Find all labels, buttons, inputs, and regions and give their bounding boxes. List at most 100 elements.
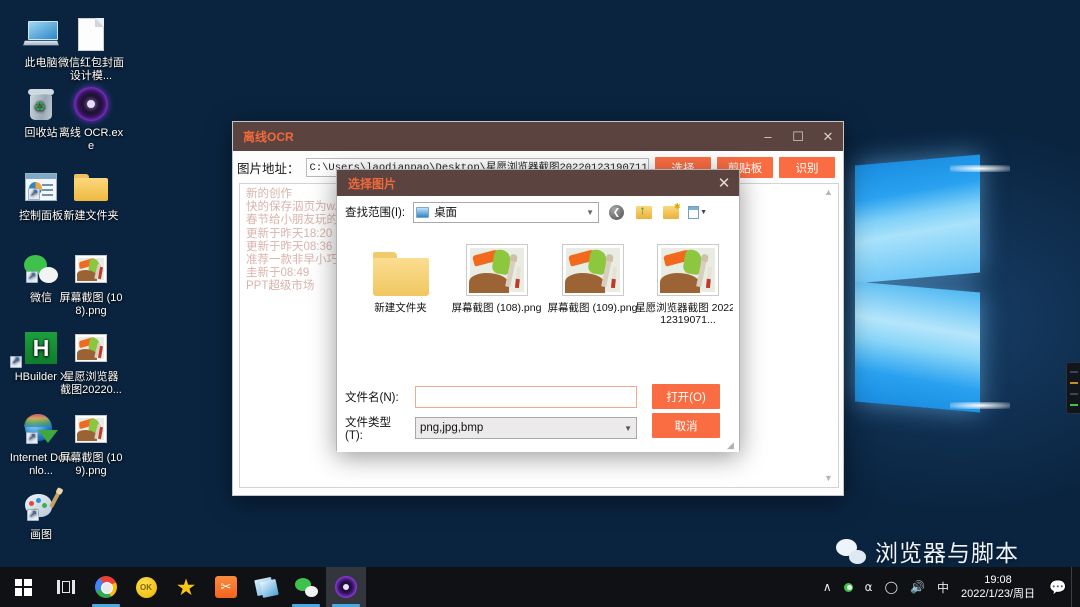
blue-sheets-icon <box>253 576 279 599</box>
file-name: 屏幕截图 (109).png <box>547 302 638 314</box>
tray-chevron-icon[interactable]: ∧ <box>817 567 838 607</box>
shortcut-badge <box>28 188 40 200</box>
recognize-button[interactable]: 识别 <box>779 157 835 178</box>
wifi-icon[interactable]: ◯ <box>879 567 904 607</box>
scroll-down-icon[interactable]: ▼ <box>823 474 834 483</box>
file-name-row: 文件名(N): <box>345 386 637 408</box>
taskbar: OK ★ ✂ ∧ ⍺ ◯ 🔊 中 19:08 2022/1/23/周日 💬 <box>0 567 1080 607</box>
chevron-down-icon: ▼ <box>586 207 595 217</box>
new-folder-icon[interactable] <box>661 202 681 222</box>
look-in-value: 桌面 <box>434 207 458 219</box>
desktop-icon-screenshot-108[interactable]: 屏幕截图 (108).png <box>58 249 124 318</box>
chrome-taskbar-button[interactable] <box>86 567 126 607</box>
look-in-label: 查找范围(I): <box>345 207 406 219</box>
windows-logo-icon <box>14 578 32 596</box>
wallpaper-pane-bottom <box>855 281 980 413</box>
list-item[interactable]: 星愿浏览器截图 2022012319071... <box>635 236 733 326</box>
chrome-icon <box>95 576 117 598</box>
dialog-body: 查找范围(I): 桌面 ▼ ❮ ▼ 新建文件夹 屏幕截 <box>337 196 739 452</box>
offline-ocr-app-icon <box>58 84 124 124</box>
speaker-icon[interactable]: 🔊 <box>904 567 931 607</box>
minimize-button[interactable]: – <box>753 122 783 151</box>
desktop-icon-xingyuan-screenshot[interactable]: 星愿浏览器 截图20220... <box>58 328 124 397</box>
shortcut-badge <box>26 271 38 283</box>
start-button[interactable] <box>0 567 46 607</box>
task-view-button[interactable] <box>46 567 86 607</box>
file-list[interactable]: 新建文件夹 屏幕截图 (108).png 屏幕截图 (109).png 星愿浏览… <box>345 232 733 378</box>
system-tray: ∧ ⍺ ◯ 🔊 中 19:08 2022/1/23/周日 💬 <box>817 567 1080 607</box>
close-button[interactable]: ✕ <box>813 122 843 151</box>
show-desktop-button[interactable] <box>1071 567 1078 607</box>
scroll-up-icon[interactable]: ▲ <box>823 188 834 197</box>
desktop-icon-label: 新建文件夹 <box>63 210 119 222</box>
shortcut-badge <box>26 432 38 444</box>
png-image-icon <box>58 409 124 449</box>
yellow-circle-icon: OK <box>135 576 157 598</box>
widget-line-4 <box>1069 403 1078 406</box>
clock-date: 2022/1/23/周日 <box>961 588 1035 600</box>
png-image-icon <box>635 236 733 296</box>
list-item[interactable]: 屏幕截图 (108).png <box>449 236 544 314</box>
desktop-icon-paint[interactable]: 画图 <box>8 486 74 542</box>
file-type-row: 文件类型(T): png,jpg,bmp ▼ <box>345 414 637 442</box>
star-app-taskbar-button[interactable]: ★ <box>166 567 206 607</box>
maximize-button[interactable]: ☐ <box>783 122 813 151</box>
yellow-app-taskbar-button[interactable]: OK <box>126 567 166 607</box>
open-button[interactable]: 打开(O) <box>652 384 720 409</box>
wechat-icon <box>294 577 318 597</box>
scissors-icon: ✂ <box>215 576 237 598</box>
clock[interactable]: 19:08 2022/1/23/周日 <box>955 567 1045 607</box>
offline-ocr-app-icon <box>335 576 357 598</box>
wechat-taskbar-button[interactable] <box>286 567 326 607</box>
png-image-icon <box>58 328 124 368</box>
cancel-button[interactable]: 取消 <box>652 413 720 438</box>
wechat-icon <box>836 538 866 564</box>
watermark-text: 浏览器与脚本 <box>875 540 1019 566</box>
wallpaper-spark-top <box>950 165 1010 172</box>
file-name: 屏幕截图 (108).png <box>451 302 542 314</box>
star-icon: ★ <box>175 573 197 600</box>
list-item[interactable]: 新建文件夹 <box>353 236 448 314</box>
widget-line-3 <box>1069 392 1078 395</box>
dialog-title: 选择图片 <box>348 176 397 191</box>
png-image-icon <box>58 249 124 289</box>
look-in-row: 查找范围(I): 桌面 ▼ ❮ ▼ <box>337 196 739 228</box>
desktop-icon-screenshot-109[interactable]: 屏幕截图 (109).png <box>58 409 124 478</box>
folder-icon <box>58 167 124 207</box>
chevron-down-icon: ▼ <box>624 423 632 433</box>
desktop-icon-wechat-redpacket-template[interactable]: 微信红包封面设计模... <box>58 14 124 83</box>
ime-indicator[interactable]: 中 <box>931 567 955 607</box>
select-image-dialog[interactable]: 选择图片 ✕ 查找范围(I): 桌面 ▼ ❮ ▼ 新建文件夹 <box>336 169 740 452</box>
ocr-taskbar-button[interactable] <box>326 567 366 607</box>
wallpaper-pane-top <box>855 154 980 284</box>
desktop-icon-label: 离线 OCR.exe <box>58 127 124 152</box>
views-icon[interactable]: ▼ <box>688 203 707 222</box>
folder-icon <box>353 236 448 296</box>
resize-grip-icon[interactable]: ◢ <box>727 440 737 450</box>
desktop-icon-new-folder[interactable]: 新建文件夹 <box>58 167 124 223</box>
desktop-icon-label: 微信红包封面设计模... <box>58 57 124 82</box>
edge-sidebar-widget[interactable] <box>1066 362 1080 414</box>
wallpaper-spark-bottom <box>950 402 1010 409</box>
snip-tool-taskbar-button[interactable]: ✂ <box>206 567 246 607</box>
paint-icon <box>8 486 74 526</box>
png-image-icon <box>449 236 544 296</box>
action-center-button[interactable]: 💬 <box>1045 567 1071 607</box>
list-item[interactable]: 屏幕截图 (109).png <box>545 236 640 314</box>
dialog-title-bar[interactable]: 选择图片 ✕ <box>337 170 739 196</box>
shortcut-badge <box>27 509 39 521</box>
file-name-input[interactable] <box>415 386 637 408</box>
back-icon[interactable]: ❮ <box>607 203 626 222</box>
close-icon[interactable]: ✕ <box>709 170 739 196</box>
tray-status-icon[interactable] <box>838 567 859 607</box>
up-folder-icon[interactable] <box>634 203 653 222</box>
wechat-watermark: 浏览器与脚本 <box>836 534 1019 567</box>
desktop-icon-label: 星愿浏览器 截图20220... <box>60 371 122 396</box>
ocr-title-bar[interactable]: 离线OCR – ☐ ✕ <box>233 122 843 151</box>
battery-icon[interactable]: ⍺ <box>859 567 879 607</box>
desktop-icon-offline-ocr[interactable]: 离线 OCR.exe <box>58 84 124 153</box>
file-type-select[interactable]: png,jpg,bmp ▼ <box>415 417 637 439</box>
blue-app-taskbar-button[interactable] <box>246 567 286 607</box>
look-in-select[interactable]: 桌面 ▼ <box>413 201 600 223</box>
shortcut-badge <box>10 356 22 368</box>
